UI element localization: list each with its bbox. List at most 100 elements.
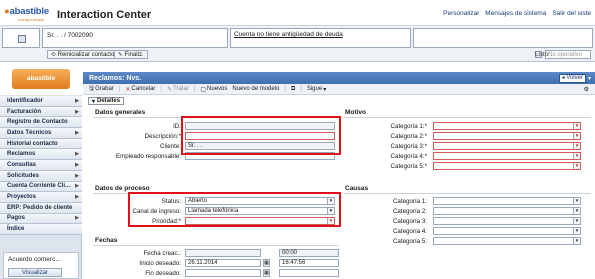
context-area: Sr. . . / 7002090 Cuenta no tiene antigü… <box>0 26 595 62</box>
cancel-button[interactable]: ✕ Cancelar <box>125 86 155 93</box>
commercial-agreement-panel: Acuerdo comerc... Visualizar <box>3 252 79 279</box>
contact-icon <box>18 35 26 43</box>
sidebar-item-label: Facturación <box>7 108 42 115</box>
motivo-cat1-select[interactable]: ▼ <box>433 122 581 130</box>
sidebar-item-label: Solicitudes <box>7 172 40 179</box>
dropdown-icon: ▼ <box>573 217 580 224</box>
cancel-icon: ✕ <box>125 86 131 93</box>
highlight-general <box>181 116 341 155</box>
sidebar-item[interactable]: Proyectos ▶ <box>0 192 82 203</box>
motivo-cat2-label: Categoría 2:* <box>390 133 427 140</box>
toolbar: 🖫 Grabar | ✕ Cancelar | ✎ Tratar | ▢ Nuevos … <box>83 84 595 95</box>
sidebar-item-label: Cuenta Corriente Cli... <box>7 183 71 190</box>
sidebar-item[interactable]: Cuenta Corriente Cli... ▶ <box>0 181 82 193</box>
note-box: Cuenta no tiene antigüedad de deuda <box>230 28 411 48</box>
extra-info-box <box>413 28 593 48</box>
settings-icon[interactable]: ⚙ <box>584 86 589 93</box>
start-date-label: Inicio deseado: <box>139 260 181 267</box>
sidebar-item-label: Índice <box>7 226 25 233</box>
new-button[interactable]: ▢ Nuevos <box>200 86 227 93</box>
chevron-right-icon: ▶ <box>75 194 79 201</box>
sidebar-item-label: Identificador <box>7 97 44 104</box>
panel-title: Acuerdo comerc... <box>8 256 61 263</box>
dropdown-icon: ▼ <box>573 122 580 129</box>
motivo-cat3-label: Categoría 3:* <box>390 143 427 150</box>
causa-cat3-select[interactable]: ▼ <box>433 217 581 225</box>
causa-cat5-select[interactable]: ▼ <box>433 237 581 245</box>
brand-logo: ●abastible energía simple <box>4 6 49 22</box>
sidebar-item[interactable]: Índice <box>0 224 82 235</box>
calendar-icon[interactable]: ▦ <box>263 259 270 267</box>
reset-icon: ⟲ <box>51 51 56 58</box>
sidebar-item[interactable]: Registro de Contacto <box>0 117 82 129</box>
created-date-field[interactable] <box>185 249 261 257</box>
sidebar-item[interactable]: Consultas ▶ <box>0 160 82 171</box>
sidebar-item-label: Consultas <box>7 161 37 168</box>
motivo-cat2-select[interactable]: ▼ <box>433 132 581 140</box>
dropdown-icon: ▼ <box>573 142 580 149</box>
logout-link[interactable]: Salir del siste <box>552 10 591 17</box>
motivo-cat3-select[interactable]: ▼ <box>433 142 581 150</box>
details-tab[interactable]: ▾ Detalles <box>88 97 125 105</box>
next-button[interactable]: Sigue ▾ <box>307 86 326 93</box>
description-label: Descripción:* <box>144 133 181 140</box>
start-date-field[interactable]: 26.11.2014 <box>185 259 261 267</box>
chevron-right-icon: ▶ <box>75 183 79 190</box>
copy-button[interactable]: ⧉ <box>291 86 295 93</box>
end-date-field[interactable] <box>185 269 261 277</box>
app-title: Interaction Center <box>57 9 152 21</box>
sidebar-nav: Identificador ▶ Facturación ▶ Registro de Co… <box>0 96 82 235</box>
chevron-right-icon: ▶ <box>75 108 79 115</box>
finish-icon: ✎ <box>118 51 123 58</box>
calendar-icon[interactable]: ▦ <box>263 269 270 277</box>
sidebar-item[interactable]: Historial contacto <box>0 138 82 150</box>
sidebar-item[interactable]: Facturación ▶ <box>0 106 82 118</box>
process-section-title: Datos de proceso <box>95 185 150 192</box>
finish-button[interactable]: ✎ Finaliz. <box>114 50 148 59</box>
new-template-button[interactable]: Nuevo de modelo <box>232 86 279 92</box>
process-button[interactable]: ✎ Tratar <box>167 86 189 93</box>
dropdown-icon: ▼ <box>573 152 580 159</box>
view-button[interactable]: Visualizar <box>8 268 62 277</box>
collapse-icon: ▾ <box>92 98 96 105</box>
causa-cat2-select[interactable]: ▼ <box>433 207 581 215</box>
header: ●abastible energía simple Interaction Ce… <box>0 0 595 26</box>
sidebar-item[interactable]: Pagos ▶ <box>0 213 82 225</box>
debt-note[interactable]: Cuenta no tiene antigüedad de deuda <box>234 31 343 38</box>
save-button[interactable]: 🖫 Grabar <box>89 84 114 94</box>
chevron-right-icon: ▶ <box>75 161 79 168</box>
status-field[interactable]: No operativo <box>545 50 591 59</box>
context-icon-box <box>2 28 40 48</box>
process-icon: ✎ <box>166 86 173 93</box>
system-messages-link[interactable]: Mensajes de sistema <box>485 10 546 17</box>
reset-contact-button[interactable]: ⟲ Reinicializar contacto <box>47 50 119 59</box>
causa-cat5-label: Categoría 5: <box>392 238 427 245</box>
highlight-process <box>128 192 341 227</box>
sidebar-item-label: ERP: Pedido de cliente <box>7 204 73 211</box>
causa-cat1-select[interactable]: ▼ <box>433 197 581 205</box>
sidebar-item[interactable]: Datos Técnicos ▶ <box>0 128 82 139</box>
title-bar: Reclamos: Nvs. ◂ Volver ▾ <box>83 72 595 84</box>
created-time-field[interactable]: 00:00 <box>279 249 339 257</box>
account-info: Sr. . . / 7002090 <box>47 32 93 39</box>
dropdown-icon: ▼ <box>573 162 580 169</box>
causa-cat4-select[interactable]: ▼ <box>433 227 581 235</box>
sidebar-item-label: Datos Técnicos <box>7 129 52 136</box>
back-button[interactable]: ◂ Volver <box>558 73 586 83</box>
customize-link[interactable]: Personalizar <box>443 10 479 17</box>
end-time-field[interactable] <box>279 269 339 277</box>
sidebar-item[interactable]: Solicitudes ▶ <box>0 170 82 182</box>
sidebar-item[interactable]: Reclamos ▶ <box>0 149 82 161</box>
back-dropdown-icon[interactable]: ▾ <box>588 75 591 82</box>
general-section-title: Datos generales <box>95 109 146 116</box>
dates-section-title: Fechas <box>95 237 118 244</box>
sidebar-item[interactable]: Identificador ▶ <box>0 96 82 107</box>
chevron-right-icon: ▶ <box>75 172 79 179</box>
employee-label: Empleado responsable: <box>115 153 181 160</box>
sidebar-item[interactable]: ERP: Pedido de cliente <box>0 202 82 214</box>
motivo-cat4-select[interactable]: ▼ <box>433 152 581 160</box>
dropdown-icon: ▼ <box>573 227 580 234</box>
page-title: Reclamos: Nvs. <box>89 74 142 82</box>
start-time-field[interactable]: 16:47:56 <box>279 259 339 267</box>
motivo-cat5-select[interactable]: ▼ <box>433 162 581 170</box>
